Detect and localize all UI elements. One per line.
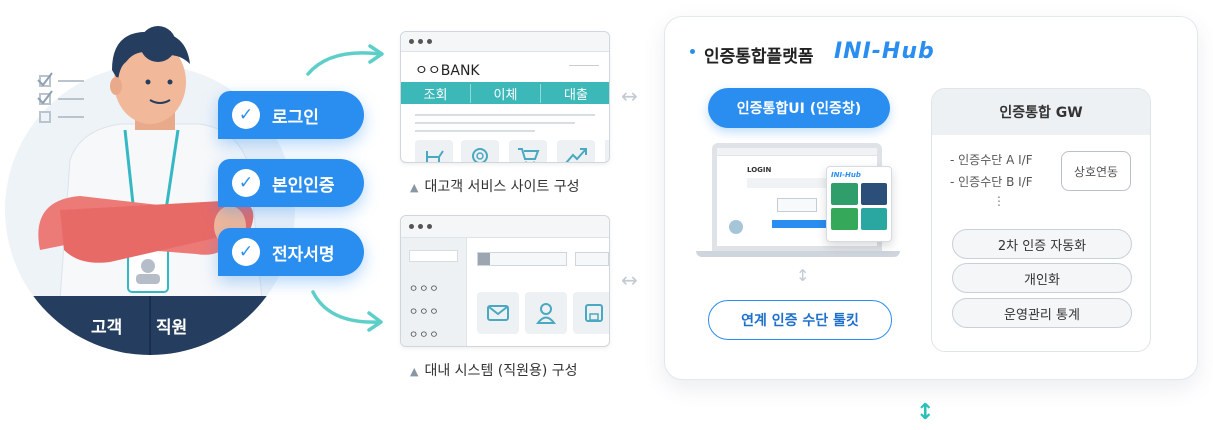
title-dot [690,49,695,54]
login-label: 로그인 [272,107,319,128]
mail-icon [477,292,519,334]
bank-site-window: ㅇㅇBANK 조회 이체 대출 [400,31,610,163]
vertical-bidirectional-arrow-icon: ↕ [796,266,810,285]
vertical-bidirectional-arrow-icon: ↕ [916,400,935,425]
menu-item-loan[interactable]: 대출 [541,84,609,103]
operations-stats-pill[interactable]: 운영관리 통계 [952,298,1132,328]
user-icon [525,292,567,334]
curved-arrow-up-icon [306,44,384,76]
internal-system-window: ㅇㅇㅇ ㅇㅇㅇ ㅇㅇㅇ [400,215,610,347]
auth-popup-mockup: INI-Hub [826,166,892,242]
interop-box[interactable]: 상호연동 [1061,151,1131,191]
second-factor-automation-pill[interactable]: 2차 인증 자동화 [952,229,1132,259]
coin-icon [461,140,499,162]
sidebar-item[interactable]: ㅇㅇㅇ [409,303,466,318]
triangle-icon: ▲ [410,181,419,194]
curved-arrow-down-icon [311,290,383,332]
gateway-title: 인증통합 GW [932,89,1150,135]
personalization-pill[interactable]: 개인화 [952,263,1132,293]
bank-site-caption: ▲ 대고객 서비스 사이트 구성 [410,179,580,195]
save-icon [573,292,609,334]
triangle-icon: ▲ [410,365,419,378]
window-titlebar [401,216,609,238]
menu-item-inquiry[interactable]: 조회 [401,83,471,103]
bank-menu-bar: 조회 이체 대출 [401,82,609,104]
auth-ui-button[interactable]: 인증통합UI (인증창) [708,88,890,128]
interface-a-label: - 인증수단 A I/F [950,153,1033,167]
interface-b-label: - 인증수단 B I/F [950,175,1033,189]
identity-verification-pill: ✓ 본인인증 [218,159,364,207]
bidirectional-arrow-icon: ↔ [621,268,638,292]
toolbar-strip [477,252,567,266]
window-titlebar [401,32,609,52]
chair-icon [415,140,453,162]
e-signature-label: 전자서명 [272,244,335,265]
ini-hub-logo: INI-Hub [834,39,935,64]
more-interfaces-ellipsis: ⋮ [993,194,1005,208]
chart-up-icon [557,140,595,162]
check-icon: ✓ [232,169,260,197]
internal-sidebar: ㅇㅇㅇ ㅇㅇㅇ ㅇㅇㅇ [401,238,467,346]
internal-system-caption: ▲ 대내 시스템 (직원용) 구성 [410,363,578,379]
mock-ini-hub-logo: INI-Hub [831,171,861,179]
customer-label: 고객 [91,318,123,338]
login-pill: ✓ 로그인 [218,91,364,139]
mock-login-label: LOGIN [747,166,772,174]
sidebar-item[interactable]: ㅇㅇㅇ [409,326,466,341]
toolkit-button[interactable]: 연계 인증 수단 툴킷 [708,300,892,340]
check-icon: ✓ [232,238,260,266]
sidebar-item[interactable]: ㅇㅇㅇ [409,280,466,295]
check-icon: ✓ [232,101,260,129]
e-signature-pill: ✓ 전자서명 [218,228,364,276]
identity-verification-label: 본인인증 [272,175,335,196]
menu-item-transfer[interactable]: 이체 [471,83,541,103]
bidirectional-arrow-icon: ↔ [621,84,638,108]
employee-label: 직원 [156,318,188,338]
cart-icon [509,140,547,162]
platform-title: 인증통합플랫폼 [704,47,814,67]
laptop-base [696,251,900,257]
bank-brand: ㅇㅇBANK [415,63,480,79]
